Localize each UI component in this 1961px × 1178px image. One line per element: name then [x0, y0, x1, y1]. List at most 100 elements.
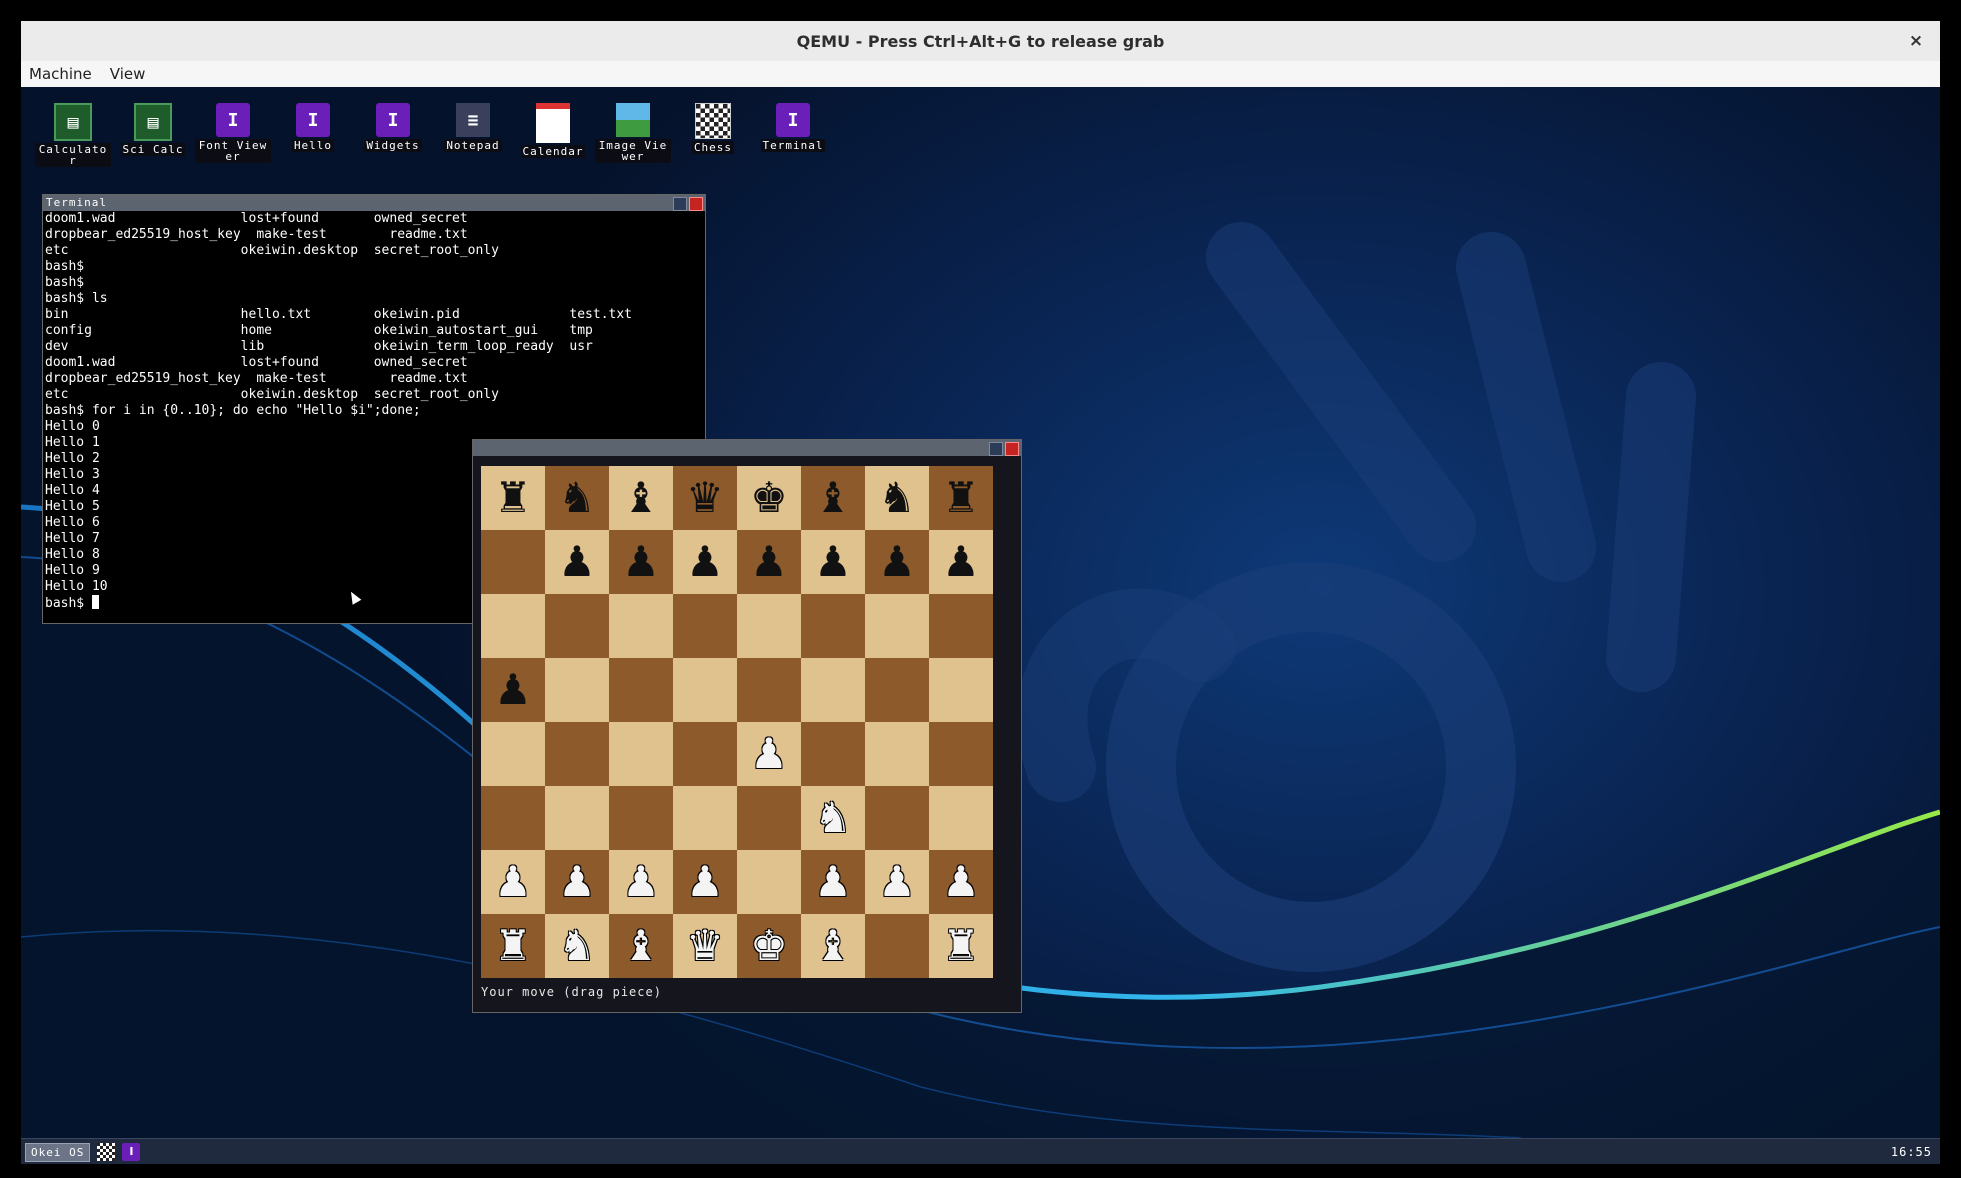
- chess-square[interactable]: ♚: [737, 914, 801, 978]
- minimize-button[interactable]: [673, 197, 687, 211]
- chess-square[interactable]: [737, 658, 801, 722]
- black-knight-icon[interactable]: ♞: [878, 477, 916, 519]
- white-pawn-icon[interactable]: ♟: [878, 861, 916, 903]
- taskbar-terminal-icon[interactable]: I: [122, 1143, 141, 1161]
- desktop-icon-chess[interactable]: Chess: [675, 103, 751, 167]
- black-king-icon[interactable]: ♚: [750, 477, 788, 519]
- black-pawn-icon[interactable]: ♟: [942, 541, 980, 583]
- chess-square[interactable]: [865, 594, 929, 658]
- black-pawn-icon[interactable]: ♟: [686, 541, 724, 583]
- chess-square[interactable]: [609, 722, 673, 786]
- white-bishop-icon[interactable]: ♝: [622, 925, 660, 967]
- black-pawn-icon[interactable]: ♟: [494, 669, 532, 711]
- chess-square[interactable]: ♞: [545, 914, 609, 978]
- desktop-icon-sci-calc[interactable]: ▤ Sci Calc: [115, 103, 191, 167]
- desktop-icon-font-viewer[interactable]: I Font Viewer: [195, 103, 271, 167]
- chess-square[interactable]: ♞: [865, 466, 929, 530]
- chess-square[interactable]: ♜: [929, 466, 993, 530]
- chess-square[interactable]: ♛: [673, 914, 737, 978]
- white-pawn-icon[interactable]: ♟: [750, 733, 788, 775]
- chess-square[interactable]: [481, 530, 545, 594]
- chess-square[interactable]: [609, 594, 673, 658]
- chess-square[interactable]: ♟: [609, 530, 673, 594]
- chess-square[interactable]: ♜: [929, 914, 993, 978]
- chess-square[interactable]: ♜: [481, 466, 545, 530]
- white-knight-icon[interactable]: ♞: [814, 797, 852, 839]
- chess-square[interactable]: ♟: [801, 530, 865, 594]
- black-pawn-icon[interactable]: ♟: [814, 541, 852, 583]
- black-pawn-icon[interactable]: ♟: [750, 541, 788, 583]
- white-pawn-icon[interactable]: ♟: [686, 861, 724, 903]
- minimize-button[interactable]: [989, 442, 1003, 456]
- chess-square[interactable]: ♟: [481, 658, 545, 722]
- guest-desktop[interactable]: ▤ Calculator ▤ Sci Calc I Font Viewer I …: [21, 87, 1940, 1138]
- chess-square[interactable]: [801, 594, 865, 658]
- chess-square[interactable]: [737, 594, 801, 658]
- chess-square[interactable]: ♟: [673, 850, 737, 914]
- menu-view[interactable]: View: [101, 65, 155, 83]
- chess-square[interactable]: [929, 786, 993, 850]
- white-pawn-icon[interactable]: ♟: [558, 861, 596, 903]
- white-bishop-icon[interactable]: ♝: [814, 925, 852, 967]
- chess-square[interactable]: [801, 658, 865, 722]
- chess-square[interactable]: [865, 658, 929, 722]
- desktop-icon-calendar[interactable]: ▦ Calendar: [515, 103, 591, 167]
- chess-square[interactable]: [673, 722, 737, 786]
- chess-square[interactable]: ♟: [609, 850, 673, 914]
- chess-square[interactable]: [481, 594, 545, 658]
- desktop-icon-hello[interactable]: I Hello: [275, 103, 351, 167]
- chess-square[interactable]: ♛: [673, 466, 737, 530]
- close-icon[interactable]: ×: [1904, 29, 1928, 53]
- chess-square[interactable]: ♟: [737, 722, 801, 786]
- chess-square[interactable]: ♜: [481, 914, 545, 978]
- black-pawn-icon[interactable]: ♟: [558, 541, 596, 583]
- chess-square[interactable]: [609, 658, 673, 722]
- desktop-icon-image-viewer[interactable]: Image Viewer: [595, 103, 671, 167]
- chess-square[interactable]: [545, 658, 609, 722]
- taskbar-chess-icon[interactable]: [97, 1143, 116, 1161]
- chess-square[interactable]: [673, 658, 737, 722]
- chess-square[interactable]: [929, 658, 993, 722]
- chess-square[interactable]: ♝: [609, 466, 673, 530]
- white-pawn-icon[interactable]: ♟: [814, 861, 852, 903]
- chess-square[interactable]: [481, 722, 545, 786]
- close-button[interactable]: [1005, 442, 1019, 456]
- white-rook-icon[interactable]: ♜: [494, 925, 532, 967]
- black-rook-icon[interactable]: ♜: [494, 477, 532, 519]
- chess-square[interactable]: ♟: [929, 850, 993, 914]
- chess-square[interactable]: [865, 722, 929, 786]
- black-knight-icon[interactable]: ♞: [558, 477, 596, 519]
- chess-square[interactable]: [673, 786, 737, 850]
- white-pawn-icon[interactable]: ♟: [494, 861, 532, 903]
- chess-square[interactable]: ♟: [545, 850, 609, 914]
- chess-square[interactable]: ♟: [801, 850, 865, 914]
- chess-square[interactable]: [865, 786, 929, 850]
- white-queen-icon[interactable]: ♛: [686, 925, 724, 967]
- desktop-icon-calculator[interactable]: ▤ Calculator: [35, 103, 111, 167]
- chess-square[interactable]: [673, 594, 737, 658]
- close-button[interactable]: [689, 197, 703, 211]
- black-pawn-icon[interactable]: ♟: [622, 541, 660, 583]
- desktop-icon-terminal[interactable]: I Terminal: [755, 103, 831, 167]
- black-pawn-icon[interactable]: ♟: [878, 541, 916, 583]
- white-knight-icon[interactable]: ♞: [558, 925, 596, 967]
- chess-square[interactable]: ♞: [545, 466, 609, 530]
- chess-square[interactable]: ♝: [801, 466, 865, 530]
- chess-square[interactable]: ♟: [737, 530, 801, 594]
- chess-square[interactable]: ♟: [865, 530, 929, 594]
- white-rook-icon[interactable]: ♜: [942, 925, 980, 967]
- chess-square[interactable]: ♟: [545, 530, 609, 594]
- chess-square[interactable]: [737, 850, 801, 914]
- black-bishop-icon[interactable]: ♝: [814, 477, 852, 519]
- black-queen-icon[interactable]: ♛: [686, 477, 724, 519]
- desktop-icon-notepad[interactable]: ≡ Notepad: [435, 103, 511, 167]
- chess-square[interactable]: [801, 722, 865, 786]
- chess-square[interactable]: [481, 786, 545, 850]
- chess-square[interactable]: ♚: [737, 466, 801, 530]
- black-rook-icon[interactable]: ♜: [942, 477, 980, 519]
- chess-square[interactable]: ♟: [865, 850, 929, 914]
- chess-square[interactable]: [609, 786, 673, 850]
- chess-square[interactable]: ♝: [609, 914, 673, 978]
- chess-square[interactable]: [545, 722, 609, 786]
- chess-square[interactable]: ♟: [673, 530, 737, 594]
